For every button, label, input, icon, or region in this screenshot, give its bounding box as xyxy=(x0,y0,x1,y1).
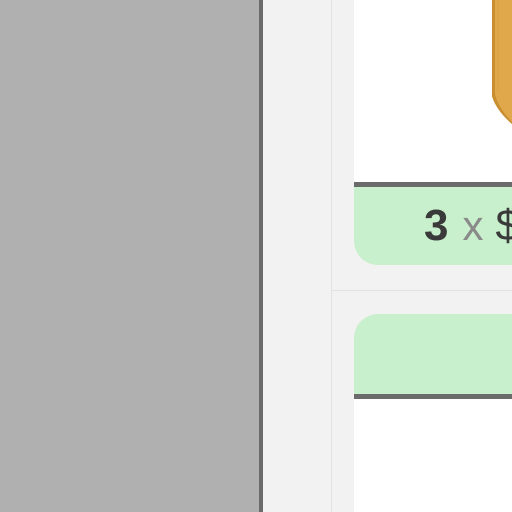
app-viewport: 3 x $ xyxy=(0,0,512,512)
times-sign: x xyxy=(462,202,484,249)
gutter xyxy=(263,0,331,512)
cardboard-box-image[interactable] xyxy=(492,0,512,124)
next-banner[interactable] xyxy=(354,314,512,394)
price-value: $ xyxy=(495,201,512,250)
section-divider xyxy=(332,290,512,291)
price-banner[interactable]: 3 x $ xyxy=(354,187,512,265)
product-card-top[interactable] xyxy=(354,0,512,182)
product-card-bottom[interactable] xyxy=(354,399,512,512)
left-panel xyxy=(0,0,259,512)
quantity-value: 3 xyxy=(424,201,449,250)
